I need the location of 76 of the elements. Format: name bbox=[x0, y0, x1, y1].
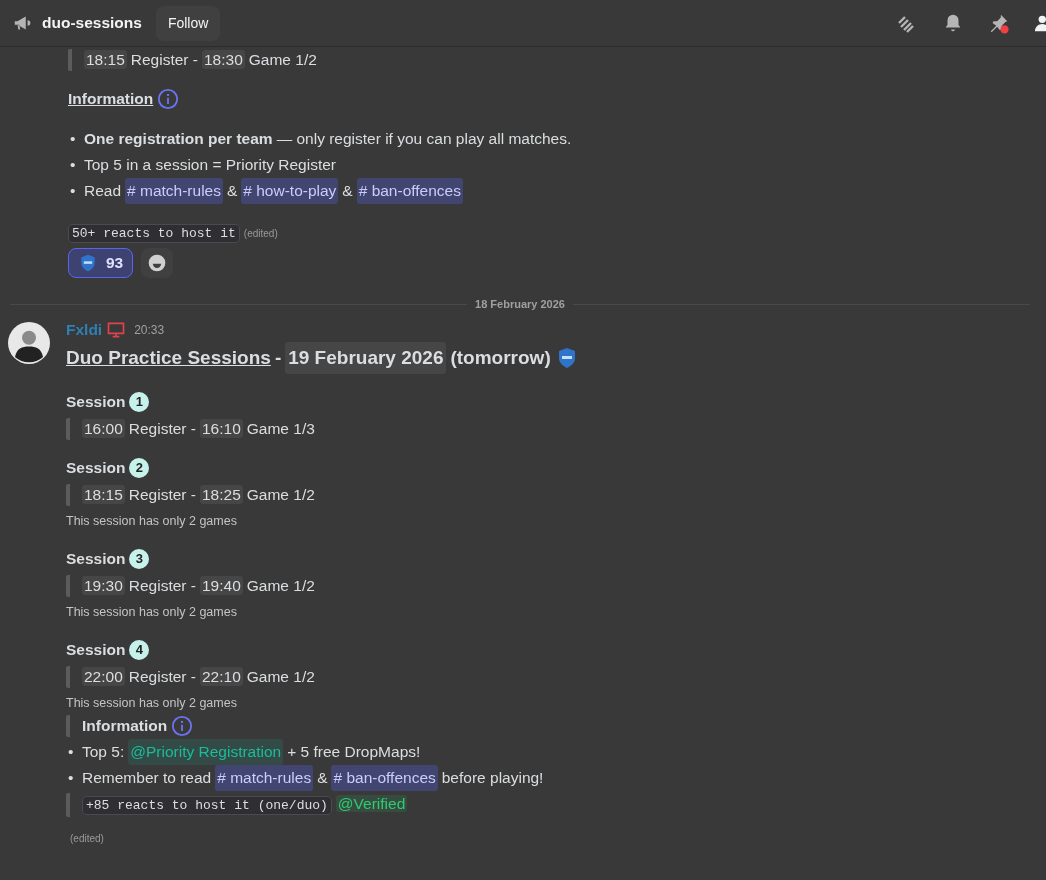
message-text: Game 1/2 bbox=[246, 485, 315, 503]
number-badge: 4 bbox=[129, 640, 150, 660]
message-text: — only register if you can play all matches. bbox=[276, 129, 572, 150]
reaction-button[interactable]: 93 bbox=[68, 247, 134, 278]
bullet-marker: • bbox=[68, 742, 75, 763]
message-text: Game 1/2 bbox=[246, 668, 315, 685]
info-icon bbox=[171, 715, 194, 738]
message-text: & bbox=[342, 181, 353, 202]
timestamp-chip: 22:10 bbox=[200, 667, 243, 686]
session-heading: Session bbox=[66, 391, 126, 412]
message-text: - bbox=[274, 345, 282, 370]
message-text: Game 1/3 bbox=[246, 419, 315, 437]
inline-code: +85 reacts to host it (one/duo) bbox=[82, 796, 332, 816]
timestamp-chip: 18:25 bbox=[200, 484, 243, 504]
message-text: before playing! bbox=[441, 768, 544, 789]
message-text: Game 1/2 bbox=[248, 51, 317, 68]
inline-code: 50+ reacts to host it bbox=[68, 224, 240, 244]
shield-emblem-icon bbox=[78, 252, 98, 273]
message-text: Register - bbox=[128, 576, 196, 594]
timestamp-chip: 18:30 bbox=[202, 50, 245, 69]
channel-mention[interactable]: # match-rules bbox=[215, 765, 314, 792]
message-text: & bbox=[226, 181, 238, 202]
section-heading: Information bbox=[82, 716, 168, 737]
timestamp-chip: 16:10 bbox=[200, 418, 243, 438]
section-heading: Information bbox=[68, 89, 154, 109]
edited-label: (edited) bbox=[70, 833, 104, 845]
message-text: Remember to read bbox=[82, 768, 212, 789]
timestamp-chip: 19:30 bbox=[82, 575, 125, 595]
role-mention[interactable]: @Priority Registration bbox=[128, 739, 284, 766]
bullet-marker: • bbox=[70, 129, 77, 150]
session-heading: Session bbox=[66, 548, 126, 569]
message-text: Register - bbox=[130, 51, 198, 68]
channel-mention[interactable]: # how-to-play bbox=[241, 178, 339, 205]
bold-text: One registration per team bbox=[84, 129, 273, 150]
timestamp-chip: 19:40 bbox=[200, 575, 243, 595]
message-text: Top 5: bbox=[82, 742, 125, 763]
pin-icon[interactable] bbox=[988, 12, 1010, 34]
message-text: + 5 free DropMaps! bbox=[287, 742, 421, 763]
bullet-marker: • bbox=[70, 155, 77, 176]
message-text: Register - bbox=[128, 668, 196, 685]
avatar bbox=[8, 322, 50, 365]
number-badge: 1 bbox=[129, 391, 150, 412]
timestamp-chip: 18:15 bbox=[84, 50, 127, 69]
timestamp-chip: 19 February 2026 bbox=[285, 341, 447, 374]
message-text: Game 1/2 bbox=[246, 576, 315, 594]
session-note: This session has only 2 games bbox=[66, 513, 237, 528]
number-badge: 3 bbox=[129, 548, 150, 569]
timestamp-chip: 18:15 bbox=[82, 484, 125, 504]
role-mention[interactable]: @Verified bbox=[335, 795, 408, 813]
date-divider: 18 February 2026 bbox=[475, 296, 565, 312]
message-text: Top 5 in a session = Priority Register bbox=[84, 155, 336, 176]
session-heading: Session bbox=[66, 640, 126, 660]
channel-name: duo-sessions bbox=[42, 13, 142, 34]
bullet-marker: • bbox=[70, 181, 77, 202]
session-note: This session has only 2 games bbox=[66, 696, 237, 710]
message-text: Register - bbox=[128, 485, 196, 503]
channel-mention[interactable]: # ban-offences bbox=[331, 765, 438, 792]
timestamp-chip: 16:00 bbox=[82, 418, 125, 438]
smiley-icon bbox=[147, 252, 168, 273]
channel-mention[interactable]: # match-rules bbox=[125, 178, 223, 205]
info-icon bbox=[157, 87, 180, 110]
message-text: Register - bbox=[128, 419, 196, 437]
session-note: This session has only 2 games bbox=[66, 604, 237, 619]
session-heading: Session bbox=[66, 457, 126, 478]
message-text: & bbox=[317, 768, 328, 789]
message-text: Read bbox=[84, 181, 122, 202]
number-badge: 2 bbox=[129, 457, 150, 478]
message-text: (tomorrow) bbox=[450, 345, 551, 370]
follow-button[interactable]: Follow bbox=[155, 5, 221, 41]
edited-label: (edited) bbox=[243, 228, 278, 240]
message-time: 20:33 bbox=[134, 321, 165, 339]
bullet-marker: • bbox=[68, 768, 75, 789]
timestamp-chip: 22:00 bbox=[82, 667, 125, 686]
title-text: Duo Practice Sessions bbox=[66, 345, 271, 370]
channel-mention[interactable]: # ban-offences bbox=[356, 178, 463, 205]
add-reaction-button[interactable] bbox=[141, 247, 174, 278]
